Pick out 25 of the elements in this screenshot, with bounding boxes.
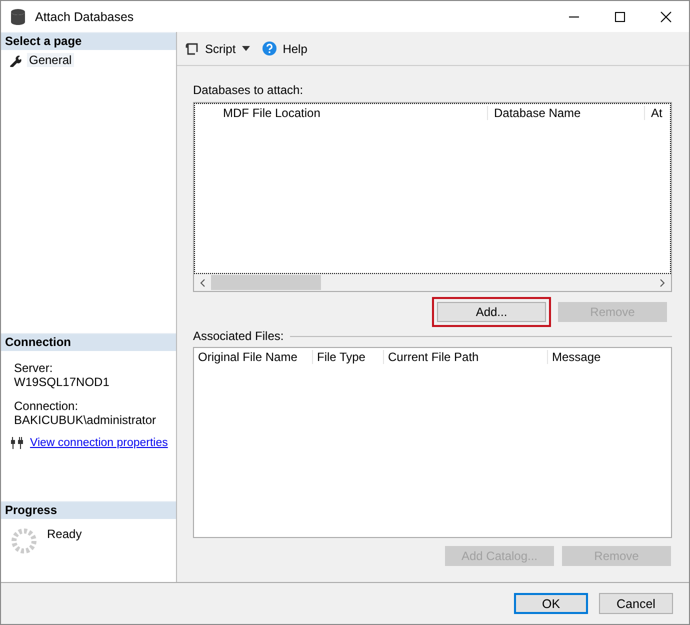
ok-button[interactable]: OK bbox=[514, 593, 588, 614]
field-value: W19SQL17NOD1 bbox=[14, 375, 110, 389]
column-header[interactable]: At bbox=[645, 106, 670, 120]
page-item[interactable]: General bbox=[27, 53, 74, 67]
field-label: Connection: bbox=[14, 399, 80, 413]
column-header[interactable]: MDF File Location bbox=[195, 106, 488, 120]
window-title: Attach Databases bbox=[35, 10, 134, 24]
cancel-button[interactable]: Cancel bbox=[599, 593, 673, 614]
section-header: Connection bbox=[1, 333, 176, 351]
progress-status: Ready bbox=[47, 527, 82, 543]
help-button[interactable]: Help bbox=[260, 39, 310, 58]
associated-files-label: Associated Files: bbox=[193, 329, 284, 343]
column-header[interactable]: File Type bbox=[313, 350, 384, 364]
add-button[interactable]: Add... bbox=[437, 302, 546, 322]
column-header[interactable]: Current File Path bbox=[384, 350, 548, 364]
databases-label: Databases to attach: bbox=[193, 83, 304, 97]
column-header[interactable]: Message bbox=[548, 350, 671, 364]
section-header: Select a page bbox=[1, 32, 176, 50]
view-connection-properties-link[interactable]: View connection properties bbox=[30, 437, 168, 449]
field-label: Server: bbox=[14, 361, 54, 375]
script-button[interactable]: Script bbox=[183, 40, 252, 58]
column-header[interactable]: Database Name bbox=[488, 106, 645, 120]
section-header: Progress bbox=[1, 501, 176, 519]
column-header[interactable]: Original File Name bbox=[194, 350, 313, 364]
field-value: BAKICUBUK\administrator bbox=[14, 413, 158, 427]
